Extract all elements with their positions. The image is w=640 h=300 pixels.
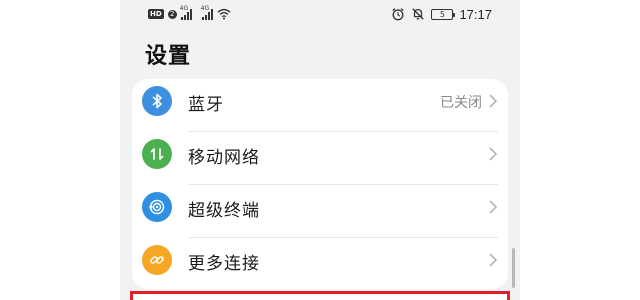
hd-badge: HD [148,9,164,19]
bluetooth-status: 已关闭 [440,95,482,111]
battery-icon: 5 [431,8,456,20]
settings-item-super-device[interactable]: 超级终端 [132,185,508,238]
sim-number: 2 [167,9,177,19]
wifi-icon [217,8,231,20]
signal-icon-sim2: 4G [200,5,213,20]
chevron-right-icon [489,200,498,214]
network-type-2: 4G [200,5,210,12]
settings-item-bluetooth[interactable]: 蓝牙 已关闭 [132,79,508,132]
super-device-icon [142,192,172,222]
settings-connectivity-card: 蓝牙 已关闭 移动网络 超级终端 更多连接 [132,79,508,289]
chevron-right-icon [489,253,498,267]
signal-icon-sim1: 4G [179,5,192,20]
settings-screen: HD 2 4G 4G 5 17:17 设置 蓝牙 已关闭 移动网络 超级终端 更… [120,0,520,300]
settings-item-label: 更多连接 [188,254,260,274]
settings-item-label: 蓝牙 [188,95,224,115]
page-title: 设置 [145,44,192,69]
scrollbar[interactable] [512,248,515,288]
settings-item-more-connections[interactable]: 更多连接 [132,238,508,289]
chevron-right-icon [489,94,498,108]
highlighted-settings-item[interactable] [130,291,510,300]
network-type-1: 4G [179,5,189,12]
status-bar-right: 5 17:17 [391,6,492,22]
bluetooth-icon [142,86,172,116]
settings-item-mobile-network[interactable]: 移动网络 [132,132,508,185]
link-icon [142,245,172,275]
status-bar-left: HD 2 4G 4G [148,5,231,21]
settings-item-label: 移动网络 [188,148,260,168]
mobile-data-icon [142,139,172,169]
status-bar: HD 2 4G 4G 5 17:17 [120,0,520,28]
mute-bell-icon [412,8,425,20]
settings-item-label: 超级终端 [188,201,260,221]
chevron-right-icon [489,147,498,161]
status-time: 17:17 [459,6,492,22]
alarm-icon [392,8,405,21]
